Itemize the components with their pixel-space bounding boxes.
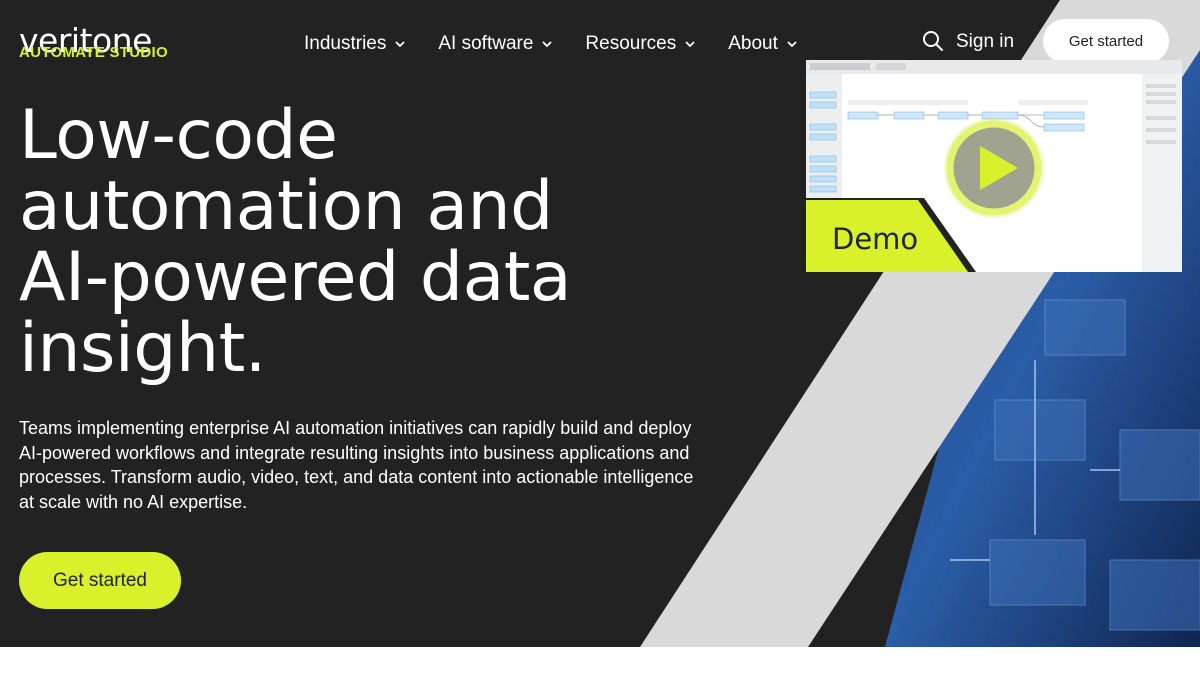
nav-resources-label: Resources — [585, 33, 677, 54]
nav-resources[interactable]: Resources — [585, 33, 696, 55]
main-nav: Industries AI software Resources About — [304, 30, 830, 58]
header-get-started-button[interactable]: Get started — [1043, 19, 1169, 63]
headline-line: insight. — [19, 309, 266, 388]
play-icon[interactable] — [944, 118, 1044, 218]
page-bottom-area — [0, 647, 1200, 675]
nav-industries-label: Industries — [304, 33, 387, 54]
veritone-logo[interactable]: veritone AUTOMATE STUDIO — [19, 24, 189, 64]
search-icon[interactable] — [922, 30, 944, 52]
sign-in-link[interactable]: Sign in — [956, 30, 1014, 54]
nav-industries[interactable]: Industries — [304, 33, 406, 55]
chevron-down-icon — [542, 41, 553, 48]
demo-label: Demo — [832, 222, 919, 256]
logo-product-name: AUTOMATE STUDIO — [19, 44, 168, 61]
hero-description: Teams implementing enterprise AI automat… — [19, 418, 694, 512]
headline-line: AI-powered data — [19, 238, 572, 317]
chevron-down-icon — [685, 41, 695, 48]
nav-about[interactable]: About — [728, 33, 798, 55]
headline-line: Low-code — [19, 96, 338, 175]
nav-ai-software-label: AI software — [438, 33, 534, 54]
chevron-down-icon — [395, 41, 406, 48]
nav-about-label: About — [728, 33, 778, 54]
headline-line: automation and — [19, 167, 553, 246]
nav-ai-software[interactable]: AI software — [438, 33, 553, 55]
hero-get-started-button[interactable]: Get started — [19, 552, 181, 609]
hero-headline: Low-code automation and AI-powered data … — [19, 100, 719, 384]
chevron-down-icon — [787, 41, 797, 48]
